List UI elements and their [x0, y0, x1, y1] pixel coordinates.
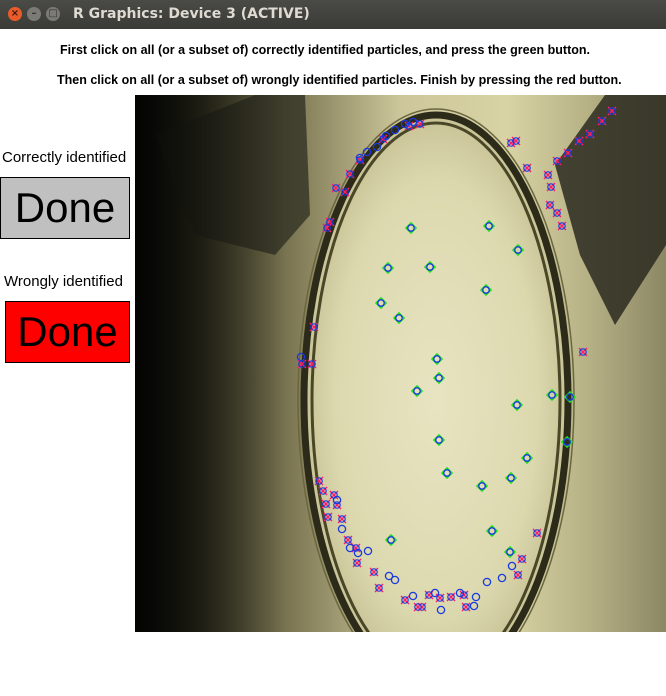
instruction-line-1: First click on all (or a subset of) corr…: [60, 43, 590, 57]
correct-done-button[interactable]: Done: [0, 177, 130, 239]
maximize-window-button[interactable]: □: [46, 7, 60, 21]
window-title: R Graphics: Device 3 (ACTIVE): [73, 6, 310, 22]
correctly-identified-label: Correctly identified: [2, 149, 127, 166]
minimize-window-button[interactable]: –: [27, 7, 41, 21]
window-titlebar: × – □ R Graphics: Device 3 (ACTIVE): [0, 0, 666, 29]
wrongly-identified-label: Wrongly identified: [4, 273, 123, 290]
close-window-button[interactable]: ×: [8, 7, 22, 21]
instruction-line-2: Then click on all (or a subset of) wrong…: [57, 73, 622, 87]
wrong-done-button[interactable]: Done: [5, 301, 130, 363]
left-shadow: [135, 95, 285, 632]
particle-image-plot[interactable]: [135, 95, 666, 632]
